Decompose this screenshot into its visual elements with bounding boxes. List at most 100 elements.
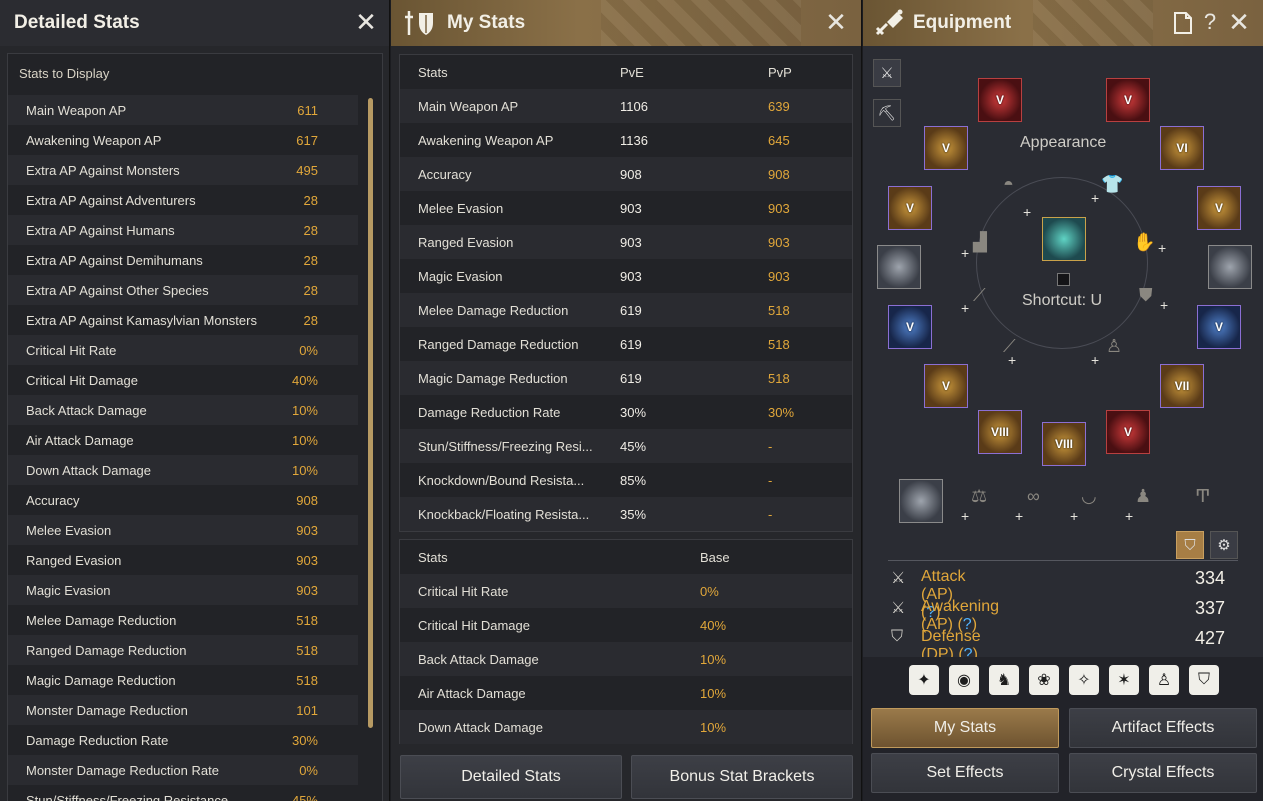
stat-label: Awakening Weapon AP <box>26 133 162 148</box>
stat-label: Critical Hit Damage <box>26 373 138 388</box>
table-row: Critical Hit Rate 0% <box>400 574 852 608</box>
equipment-header: Equipment ? ✕ <box>863 0 1263 46</box>
ring-slot-left[interactable]: VIII <box>978 410 1022 454</box>
shield-icon: ⛉ <box>891 628 904 645</box>
base-value: 10% <box>700 720 727 735</box>
stat-label: Air Attack Damage <box>26 433 134 448</box>
class-icon-6[interactable]: ✶ <box>1109 665 1139 695</box>
ring-slot[interactable]: VIII <box>1042 422 1086 466</box>
plus-icon: + <box>1091 190 1100 206</box>
costume-ghost-icon: 👕 <box>1101 174 1124 194</box>
class-icon-5[interactable]: ✧ <box>1069 665 1099 695</box>
ring-slot-right[interactable]: VI <box>1160 126 1204 170</box>
artifact-slot[interactable]: V <box>1106 410 1150 454</box>
stat-row: Magic Evasion 903 <box>8 575 358 605</box>
stat-value: 28 <box>303 193 318 208</box>
table-row: Accuracy 908 908 <box>400 157 852 191</box>
earring-slot-left[interactable]: V <box>888 186 932 230</box>
stat-value: 28 <box>303 313 318 328</box>
scrollbar-thumb[interactable] <box>368 98 373 728</box>
stat-label: Magic Evasion <box>26 583 111 598</box>
plus-icon: + <box>1160 297 1169 313</box>
bonus-stat-brackets-button[interactable]: Bonus Stat Brackets <box>631 755 853 799</box>
lightstone-slot[interactable] <box>899 479 943 523</box>
my-stats-header: My Stats ✕ <box>391 0 861 46</box>
divider <box>888 560 1238 561</box>
stat-row: Extra AP Against Demihumans 28 <box>8 245 358 275</box>
pvp-value: 903 <box>768 269 790 284</box>
gear-icon[interactable]: ⚙ <box>1210 531 1238 559</box>
plus-icon: + <box>1023 204 1032 220</box>
earring-slot-right[interactable]: V <box>1197 186 1241 230</box>
wolf-icon[interactable]: ♞ <box>989 665 1019 695</box>
stat-row: Melee Evasion 903 <box>8 515 358 545</box>
stat-row: Magic Damage Reduction 518 <box>8 665 358 695</box>
header-base: Base <box>700 550 730 565</box>
pvp-value: 903 <box>768 201 790 216</box>
stat-value: 28 <box>303 223 318 238</box>
stat-value: 617 <box>296 133 318 148</box>
stat-label: Melee Evasion <box>26 523 112 538</box>
sub-weapon-slot[interactable]: V <box>1197 305 1241 349</box>
crystal-effects-button[interactable]: Crystal Effects <box>1069 753 1257 793</box>
main-weapon-slot[interactable]: V <box>924 364 968 408</box>
pve-value: 619 <box>620 371 642 386</box>
set-effects-button[interactable]: Set Effects <box>871 753 1059 793</box>
header-pattern <box>1033 0 1153 46</box>
plus-icon: + <box>1008 352 1017 368</box>
document-icon[interactable] <box>1173 12 1193 34</box>
weapon-ghost-icon: ⟋ <box>973 285 986 305</box>
close-icon[interactable]: ✕ <box>355 9 377 35</box>
mask-icon[interactable]: ◉ <box>949 665 979 695</box>
gloves-slot[interactable] <box>877 245 921 289</box>
pvp-value: 903 <box>768 235 790 250</box>
stat-name: Ranged Evasion <box>418 235 514 250</box>
paw-icon[interactable]: ❀ <box>1029 665 1059 695</box>
underwear-ghost-icon: ♙ <box>1106 336 1123 356</box>
my-stats-button[interactable]: My Stats <box>871 708 1059 748</box>
table-row: Air Attack Damage 10% <box>400 676 852 710</box>
detailed-stats-button[interactable]: Detailed Stats <box>400 755 622 799</box>
cloak-ghost-icon: ♟ <box>1135 486 1152 506</box>
stat-name: Accuracy <box>418 167 472 182</box>
awakening-weapon-slot[interactable]: VII <box>1160 364 1204 408</box>
swords-toggle-icon[interactable]: ⚔ <box>873 59 901 87</box>
helmet-slot[interactable]: V <box>978 78 1022 122</box>
appearance-label[interactable]: Appearance <box>1020 134 1106 152</box>
pvp-value: 518 <box>768 303 790 318</box>
plus-icon: + <box>1070 508 1079 524</box>
table-row: Magic Evasion 903 903 <box>400 259 852 293</box>
stats-shield-icon[interactable]: ⛉ <box>1176 531 1204 559</box>
plus-icon: + <box>1091 352 1100 368</box>
class-icon-1[interactable]: ✦ <box>909 665 939 695</box>
pvp-value: 518 <box>768 337 790 352</box>
stat-label: Stun/Stiffness/Freezing Resistance <box>26 793 229 801</box>
stat-value: 903 <box>296 553 318 568</box>
belt-slot[interactable]: V <box>888 305 932 349</box>
defense-value: 427 <box>1195 628 1226 648</box>
stat-label: Monster Damage Reduction <box>26 703 188 718</box>
shield-icon[interactable]: ⛉ <box>1189 665 1219 695</box>
hooded-icon[interactable]: ♙ <box>1149 665 1179 695</box>
artifact-effects-button[interactable]: Artifact Effects <box>1069 708 1257 748</box>
header-pattern <box>601 0 801 46</box>
pickaxe-icon[interactable]: ⛏ <box>873 99 901 127</box>
stat-value: 45% <box>291 793 318 801</box>
armor-slot[interactable]: V <box>1106 78 1150 122</box>
stat-label: Back Attack Damage <box>26 403 147 418</box>
alchemy-stone-slot[interactable] <box>1042 217 1086 261</box>
my-stats-panel: My Stats ✕ Stats PvE PvP Main Weapon AP 1… <box>391 0 862 801</box>
necklace-slot[interactable]: V <box>924 126 968 170</box>
close-icon[interactable]: ✕ <box>825 9 847 35</box>
detailed-stats-title: Detailed Stats <box>14 12 140 33</box>
stat-name: Magic Evasion <box>418 269 503 284</box>
stat-row: Down Attack Damage 10% <box>8 455 358 485</box>
table-row: Awakening Weapon AP 1136 645 <box>400 123 852 157</box>
close-icon[interactable]: ✕ <box>1228 9 1250 35</box>
stat-row: Extra AP Against Other Species 28 <box>8 275 358 305</box>
shortcut-checkbox[interactable] <box>1057 273 1070 286</box>
shoes-slot[interactable] <box>1208 245 1252 289</box>
stat-value: 30% <box>291 733 318 748</box>
help-icon[interactable]: ? <box>1199 11 1221 33</box>
stat-row: Extra AP Against Monsters 495 <box>8 155 358 185</box>
